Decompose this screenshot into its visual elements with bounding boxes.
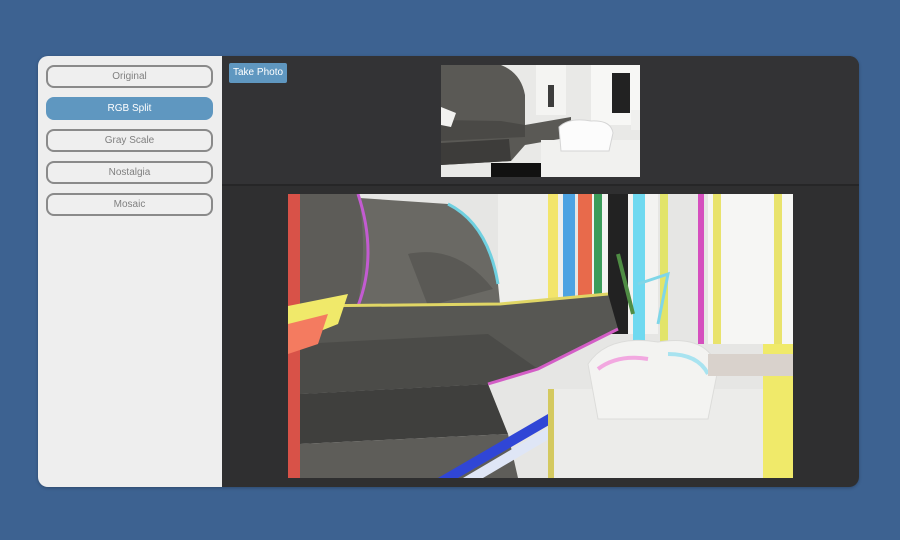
take-photo-button[interactable]: Take Photo <box>229 63 288 83</box>
app-window: Original RGB Split Gray Scale Nostalgia … <box>38 56 859 487</box>
filter-rgb-split-button[interactable]: RGB Split <box>46 97 213 120</box>
camera-thumbnail <box>441 65 640 177</box>
filter-original-button[interactable]: Original <box>46 65 213 88</box>
panel-divider <box>222 184 859 186</box>
filter-gray-scale-button[interactable]: Gray Scale <box>46 129 213 152</box>
filter-mosaic-button[interactable]: Mosaic <box>46 193 213 216</box>
filter-nostalgia-button[interactable]: Nostalgia <box>46 161 213 184</box>
main-area: Take Photo <box>222 56 859 487</box>
filter-sidebar: Original RGB Split Gray Scale Nostalgia … <box>38 56 222 487</box>
filtered-preview <box>288 194 793 478</box>
